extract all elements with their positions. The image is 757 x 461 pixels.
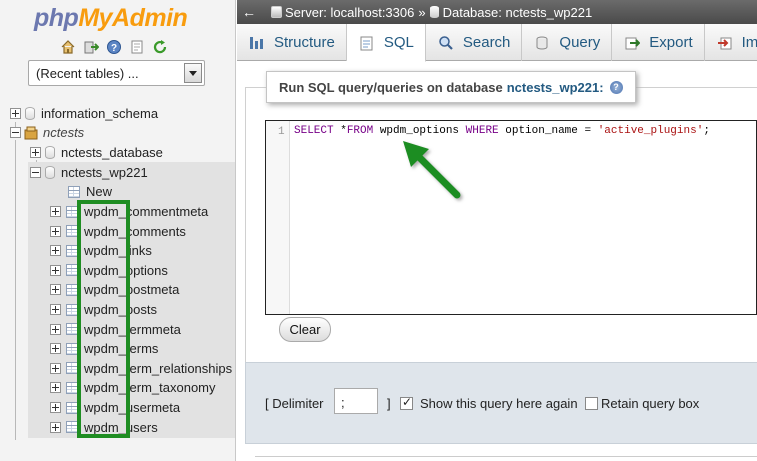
tree-item-nctests-database[interactable]: nctests_database <box>30 143 163 162</box>
breadcrumb-database[interactable]: Database: nctests_wp221 <box>443 5 593 20</box>
sql-query-text[interactable]: SELECT *FROM wpdm_options WHERE option_n… <box>294 125 710 137</box>
new-table-icon <box>68 185 80 198</box>
tree-item-nctests[interactable]: nctests <box>10 123 84 142</box>
tab-sql[interactable]: SQL <box>346 24 426 62</box>
reload-icon[interactable] <box>151 38 168 55</box>
export-icon <box>624 35 641 51</box>
tab-export[interactable]: Export <box>612 24 705 61</box>
expand-icon[interactable] <box>50 323 61 335</box>
expand-icon[interactable] <box>50 206 61 217</box>
recent-tables-select[interactable]: (Recent tables) ... <box>28 60 205 86</box>
expand-icon[interactable] <box>50 362 61 374</box>
sql-string: 'active_plugins' <box>597 125 704 137</box>
show-query-checkbox[interactable] <box>400 395 413 410</box>
expand-icon[interactable] <box>50 245 61 257</box>
query-icon <box>534 35 550 51</box>
sql-token: option_name = <box>498 125 598 137</box>
sql-query-editor[interactable]: 1 SELECT *FROM wpdm_options WHERE option… <box>265 120 757 315</box>
tab-bar: Structure SQL Search Query Export Impo <box>237 24 757 62</box>
sql-token: * <box>333 125 347 137</box>
expand-icon[interactable] <box>50 343 61 355</box>
expand-icon[interactable] <box>30 147 41 158</box>
tree-item-label[interactable]: nctests <box>43 125 84 140</box>
tree-item-nctests-wp221[interactable]: nctests_wp221 <box>30 163 148 182</box>
expand-icon[interactable] <box>10 108 21 119</box>
tab-label: Structure <box>274 34 335 51</box>
tab-structure[interactable]: Structure <box>237 24 347 61</box>
tab-label: SQL <box>383 34 414 51</box>
tab-label: Search <box>462 34 511 51</box>
legend-database-link[interactable]: nctests_wp221: <box>507 80 604 95</box>
show-query-label[interactable]: Show this query here again <box>420 396 578 411</box>
sql-token: ; <box>703 125 710 137</box>
help-icon[interactable]: ? <box>609 80 623 94</box>
tree-guide <box>15 140 16 440</box>
sql-panel-legend: Run SQL query/queries on database nctest… <box>266 71 636 103</box>
sql-keyword: WHERE <box>465 125 499 137</box>
database-group-icon <box>24 126 38 140</box>
logout-icon[interactable] <box>82 38 99 55</box>
tab-query[interactable]: Query <box>522 24 613 61</box>
sql-icon <box>359 35 375 51</box>
docs-icon[interactable] <box>128 38 145 55</box>
annotation-arrow <box>403 141 461 199</box>
table-item[interactable]: wpdm_term_taxonomy <box>50 378 216 397</box>
expand-icon[interactable] <box>50 421 61 433</box>
database-icon <box>25 107 35 120</box>
expand-icon[interactable] <box>50 402 61 413</box>
tree-item-label[interactable]: nctests_wp221 <box>61 165 148 180</box>
navigation-panel: phpMyAdmin ? (Recent tables) ... informa… <box>0 0 236 461</box>
legend-text: Run SQL query/queries on database <box>279 79 503 95</box>
editor-gutter <box>266 121 290 314</box>
retain-query-checkbox[interactable] <box>585 397 598 410</box>
annotation-highlight-box <box>77 200 130 438</box>
chevron-down-icon[interactable] <box>184 63 202 83</box>
tree-item-label[interactable]: New <box>86 184 112 199</box>
sql-keyword: FROM <box>346 125 374 137</box>
tab-label: Query <box>559 34 601 51</box>
divider <box>255 456 757 457</box>
tab-label: Impo <box>741 34 757 51</box>
expand-icon[interactable] <box>50 284 61 296</box>
tab-label: Export <box>649 34 693 51</box>
sql-keyword: SELECT <box>294 125 334 137</box>
server-icon <box>271 6 282 18</box>
breadcrumb: ← Server: localhost:3306 » Database: nct… <box>237 0 757 24</box>
search-icon <box>438 35 454 51</box>
delimiter-input[interactable]: ; <box>334 388 378 414</box>
expand-icon[interactable] <box>50 225 61 237</box>
collapse-icon[interactable] <box>30 167 41 178</box>
expand-icon[interactable] <box>50 382 61 394</box>
phpmyadmin-logo[interactable]: phpMyAdmin <box>34 4 188 33</box>
import-icon <box>717 35 733 51</box>
clear-button[interactable]: Clear <box>279 317 331 342</box>
svg-text:?: ? <box>110 43 116 54</box>
tab-import[interactable]: Impo <box>705 24 757 61</box>
back-arrow-icon[interactable]: ← <box>239 4 259 20</box>
tree-item-label[interactable]: nctests_database <box>61 145 163 160</box>
tree-item-new-table[interactable]: New <box>64 182 112 201</box>
database-icon <box>45 166 55 179</box>
structure-icon <box>249 35 265 51</box>
tab-search[interactable]: Search <box>426 24 523 61</box>
database-icon <box>45 146 55 159</box>
tree-item-label[interactable]: information_schema <box>41 106 158 121</box>
breadcrumb-separator: » <box>418 4 426 20</box>
nav-icon-bar: ? <box>59 38 168 55</box>
home-icon[interactable] <box>59 38 76 55</box>
tree-item-information-schema[interactable]: information_schema <box>10 104 158 123</box>
retain-query-label[interactable]: Retain query box <box>601 396 699 411</box>
breadcrumb-server[interactable]: Server: localhost:3306 <box>285 5 414 20</box>
line-number: 1 <box>278 126 285 138</box>
database-icon <box>429 6 439 18</box>
expand-icon[interactable] <box>50 264 61 276</box>
collapse-icon[interactable] <box>10 127 21 138</box>
recent-tables-value: (Recent tables) ... <box>36 66 139 81</box>
expand-icon[interactable] <box>50 304 61 315</box>
delimiter-close-bracket: ] <box>387 396 391 411</box>
delimiter-label: [ Delimiter <box>265 396 324 411</box>
help-icon[interactable]: ? <box>105 38 122 55</box>
